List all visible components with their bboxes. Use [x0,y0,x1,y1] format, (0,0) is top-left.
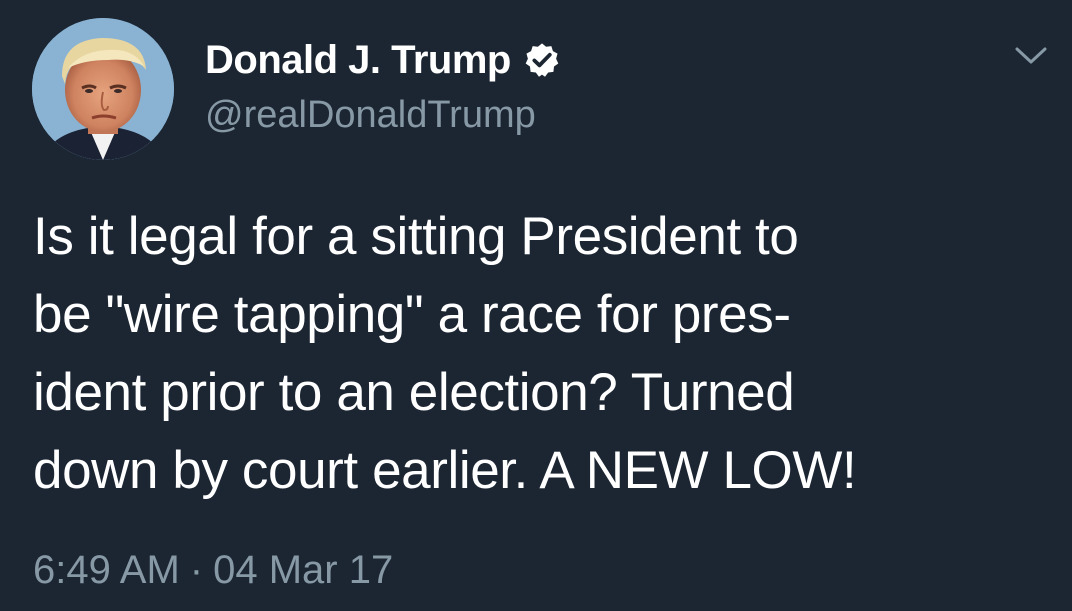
display-name[interactable]: Donald J. Trump [205,38,511,83]
tweet-card: Donald J. Trump @realDonaldTrump Is it l… [0,0,1072,611]
tweet-text: Is it legal for a sitting President to b… [33,198,1058,510]
tweet-header: Donald J. Trump @realDonaldTrump [205,34,561,137]
name-row: Donald J. Trump [205,34,561,86]
tweet-text-line: Is it legal for a sitting President to [33,207,799,266]
chevron-down-icon[interactable] [1014,44,1048,68]
tweet-text-line: ident prior to an election? Turned [33,363,795,422]
tweet-date: 04 Mar 17 [213,548,394,592]
tweet-text-line: be "wire tapping" a race for pres- [33,285,791,344]
tweet-timestamp[interactable]: 6:49 AM · 04 Mar 17 [33,548,393,593]
avatar[interactable] [32,18,174,160]
username-handle[interactable]: @realDonaldTrump [205,94,561,137]
tweet-time: 6:49 AM [33,548,180,592]
timestamp-separator: · [189,548,204,592]
profile-photo [32,18,174,160]
verified-badge-icon [523,41,561,79]
tweet-text-line: down by court earlier. A NEW LOW! [33,441,857,500]
